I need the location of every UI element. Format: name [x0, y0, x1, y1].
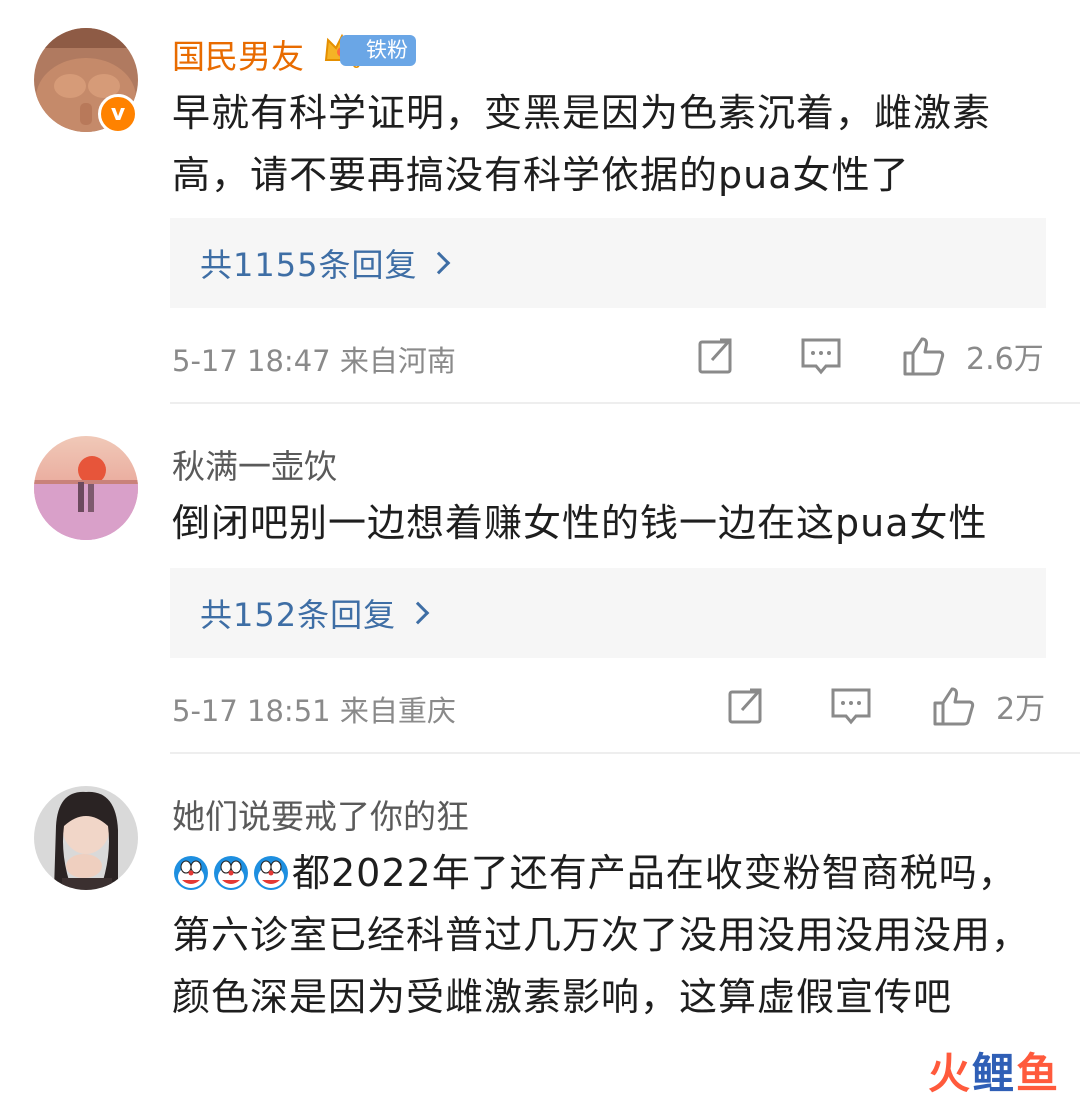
- comment-text: 倒闭吧别一边想着赚女性的钱一边在这pua女性: [172, 501, 988, 545]
- reply-count-label: 共152条回复: [200, 596, 397, 634]
- comment-text: 早就有科学证明，变黑是因为色素沉着，雌激素高，请不要再搞没有科学依据的pua女性…: [172, 91, 992, 197]
- time-location: 5-17 18:51 来自重庆: [172, 694, 456, 728]
- like-count: 2万: [996, 692, 1046, 727]
- username[interactable]: 秋满一壶饮: [172, 440, 337, 488]
- repost-icon: [728, 688, 762, 724]
- comment-button[interactable]: [800, 336, 842, 376]
- like-icon: [933, 687, 975, 726]
- avatar[interactable]: [34, 436, 138, 540]
- comment-icon: [831, 688, 871, 725]
- verified-badge-icon: v: [98, 94, 138, 134]
- comment-text: 都2022年了还有产品在收变粉智商税吗，第六诊室已经科普过几万次了没用没用没用没…: [172, 842, 1032, 1028]
- time-location: 5-17 18:47 来自河南: [172, 344, 456, 378]
- reply-count-label: 共1155条回复: [200, 246, 418, 284]
- comment-button[interactable]: [830, 686, 872, 726]
- avatar[interactable]: [34, 786, 138, 890]
- username[interactable]: 国民男友: [172, 30, 304, 78]
- username[interactable]: 她们说要戒了你的狂: [172, 790, 469, 838]
- like-button[interactable]: 2.6万: [902, 334, 1044, 378]
- doraemon-emoji-icon: [174, 856, 208, 890]
- comment-text-content: 都2022年了还有产品在收变粉智商税吗，第六诊室已经科普过几万次了没用没用没用没…: [172, 851, 1031, 1019]
- chevron-right-icon: [428, 251, 451, 275]
- repost-icon: [698, 338, 732, 374]
- chevron-right-icon: [406, 601, 430, 625]
- doraemon-emoji-icon: [254, 856, 288, 890]
- reply-count-button[interactable]: 共152条回复: [170, 568, 1046, 658]
- doraemon-emoji-icon: [214, 856, 248, 890]
- repost-button[interactable]: [726, 686, 766, 726]
- divider: [170, 752, 1080, 754]
- divider: [170, 402, 1080, 404]
- like-count: 2.6万: [966, 342, 1044, 377]
- watermark-char-1: 火: [927, 1049, 972, 1098]
- like-button[interactable]: 2万: [932, 684, 1045, 728]
- watermark: 火鲤鱼: [928, 1040, 1060, 1101]
- repost-button[interactable]: [696, 336, 736, 376]
- fan-badge-label: 铁粉: [340, 34, 416, 66]
- fan-badge: 6 铁粉: [322, 30, 416, 70]
- watermark-char-2: 鲤: [971, 1049, 1016, 1098]
- like-icon: [903, 337, 945, 376]
- reply-count-button[interactable]: 共1155条回复: [170, 218, 1046, 308]
- comment-icon: [801, 338, 841, 375]
- watermark-char-3: 鱼: [1015, 1049, 1060, 1098]
